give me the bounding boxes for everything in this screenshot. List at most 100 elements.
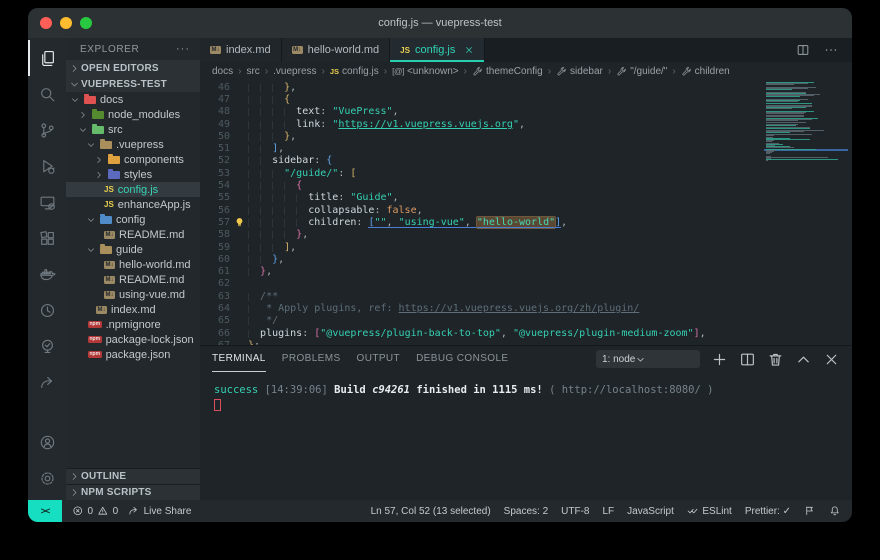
chevron-down-icon [78, 125, 88, 135]
tree-item-README.md[interactable]: M↓ README.md [66, 227, 200, 242]
split-icon[interactable] [739, 351, 756, 368]
status-feedback[interactable] [804, 505, 816, 517]
tree-item-node_modules[interactable]: node_modules [66, 107, 200, 122]
breadcrumb-item-src[interactable]: src [246, 66, 259, 77]
tab-config.js[interactable]: JS config.js [390, 38, 486, 62]
maximize-window-button[interactable] [80, 17, 92, 29]
md-file-icon: M↓ [291, 46, 303, 54]
code-line-54: 54 { [200, 179, 760, 192]
panel-tab-output[interactable]: OUTPUT [357, 346, 401, 372]
status-javascript[interactable]: JavaScript [627, 506, 674, 517]
tree-item-package.json[interactable]: npm package.json [66, 347, 200, 362]
tree-item-config[interactable]: config [66, 212, 200, 227]
tree-item-styles[interactable]: styles [66, 167, 200, 182]
breadcrumb-item-docs[interactable]: docs [212, 66, 233, 77]
tree-item-package-lock.json[interactable]: npm package-lock.json [66, 332, 200, 347]
more-icon[interactable] [824, 43, 838, 57]
tree-item-index.md[interactable]: M↓ index.md [66, 302, 200, 317]
close-window-button[interactable] [40, 17, 52, 29]
tree-item-config.js[interactable]: JS config.js [66, 182, 200, 197]
breadcrumb-item-guide[interactable]: "/guide/" [616, 66, 667, 77]
close-icon[interactable] [823, 351, 840, 368]
tree-item-src[interactable]: src [66, 122, 200, 137]
activity-settings-icon[interactable] [28, 460, 66, 496]
activity-remote-explorer-icon[interactable] [28, 184, 66, 220]
section-outline[interactable]: OUTLINE [66, 468, 200, 484]
code-text: }, [248, 266, 272, 278]
breadcrumb-item-children[interactable]: children [681, 66, 730, 77]
code-line-50: 50 }, [200, 130, 760, 142]
tree-item-components[interactable]: components [66, 152, 200, 167]
tab-label: hello-world.md [307, 44, 380, 56]
activity-account-icon[interactable] [28, 424, 66, 460]
tree-item-label: enhanceApp.js [117, 198, 191, 211]
open-editors-section[interactable]: OPEN EDITORS [66, 60, 200, 76]
status-eslint[interactable]: ESLint [687, 505, 732, 517]
breadcrumb-item-unknown[interactable]: [@] <unknown> [392, 66, 459, 77]
terminal-output[interactable]: success [14:39:06] Build c94261 finished… [200, 372, 852, 500]
workspace-root-section[interactable]: VUEPRESS-TEST [66, 76, 200, 92]
live-share-status[interactable]: Live Share [128, 505, 191, 517]
tab-index.md[interactable]: M↓ index.md [200, 38, 282, 62]
terminal-select[interactable]: 1: node [596, 350, 700, 368]
status-utf-8[interactable]: UTF-8 [561, 506, 589, 517]
activity-run-debug-icon[interactable] [28, 148, 66, 184]
tree-item-.npmignore[interactable]: npm .npmignore [66, 317, 200, 332]
status-bell[interactable] [829, 505, 841, 517]
panel-tab-debug-console[interactable]: DEBUG CONSOLE [416, 346, 508, 372]
remote-indicator[interactable]: >< [28, 500, 62, 522]
lightbulb-icon[interactable] [230, 217, 248, 228]
status-prettier[interactable]: Prettier: ✓ [745, 506, 791, 517]
status-ln-57-col-52-13-selected[interactable]: Ln 57, Col 52 (13 selected) [371, 506, 491, 517]
activity-source-control-icon[interactable] [28, 112, 66, 148]
code-text: }, [248, 130, 296, 142]
plus-icon[interactable] [711, 351, 728, 368]
line-number: 52 [217, 155, 230, 167]
split-editor-icon[interactable] [796, 43, 810, 57]
panel-tab-terminal[interactable]: TERMINAL [212, 346, 266, 372]
npm-file-icon: npm [88, 321, 102, 328]
minimize-window-button[interactable] [60, 17, 72, 29]
problems-status[interactable]: 0 0 [72, 505, 118, 517]
tree-item-enhanceApp.js[interactable]: JS enhanceApp.js [66, 197, 200, 212]
status-lf[interactable]: LF [603, 506, 615, 517]
tree-item-.vuepress[interactable]: .vuepress [66, 137, 200, 152]
code-text: plugins: ["@vuepress/plugin-back-to-top"… [248, 327, 706, 339]
breadcrumb-item-config.js[interactable]: JS config.js [330, 66, 379, 77]
breadcrumb-label: children [694, 65, 730, 77]
status-label: UTF-8 [561, 505, 590, 517]
status-spaces-2[interactable]: Spaces: 2 [504, 506, 548, 517]
code-line-57: 57 children: ["", "using-vue", "hello-wo… [200, 216, 760, 228]
tree-item-docs[interactable]: docs [66, 92, 200, 107]
tab-hello-world.md[interactable]: M↓ hello-world.md [281, 38, 391, 62]
js-file-icon: JS [104, 185, 114, 194]
tree-item-guide[interactable]: guide [66, 242, 200, 257]
minimap[interactable] [764, 82, 848, 162]
activity-explorer-icon[interactable] [28, 40, 66, 76]
line-number: 63 [217, 290, 230, 302]
tree-item-hello-world.md[interactable]: M↓ hello-world.md [66, 257, 200, 272]
activity-clock-icon[interactable] [28, 292, 66, 328]
line-number: 64 [217, 302, 230, 314]
activity-extensions-icon[interactable] [28, 220, 66, 256]
tab-close-icon[interactable] [464, 45, 474, 55]
code-editor[interactable]: 46 }, 47 {48 text: "VuePress", 49 link: "h… [200, 80, 852, 345]
section-npm-scripts[interactable]: NPM SCRIPTS [66, 484, 200, 500]
line-number: 58 [217, 229, 230, 241]
activity-approvals-icon[interactable] [28, 328, 66, 364]
activity-live-share-icon[interactable] [28, 364, 66, 400]
breadcrumb-item-sidebar[interactable]: sidebar [556, 66, 603, 77]
trash-icon[interactable] [767, 351, 784, 368]
titlebar[interactable]: config.js — vuepress-test [28, 8, 852, 38]
code-line-67: 67}; [200, 339, 760, 345]
tree-item-README.md[interactable]: M↓ README.md [66, 272, 200, 287]
activity-search-icon[interactable] [28, 76, 66, 112]
chevron-up-icon[interactable] [795, 351, 812, 368]
breadcrumb-item-themeConfig[interactable]: themeConfig [472, 66, 543, 77]
chevron-right-icon [69, 63, 80, 74]
activity-docker-icon[interactable] [28, 256, 66, 292]
explorer-more-actions[interactable]: ··· [176, 43, 190, 55]
tree-item-using-vue.md[interactable]: M↓ using-vue.md [66, 287, 200, 302]
breadcrumb-item-.vuepress[interactable]: .vuepress [273, 66, 316, 77]
panel-tab-problems[interactable]: PROBLEMS [282, 346, 341, 372]
